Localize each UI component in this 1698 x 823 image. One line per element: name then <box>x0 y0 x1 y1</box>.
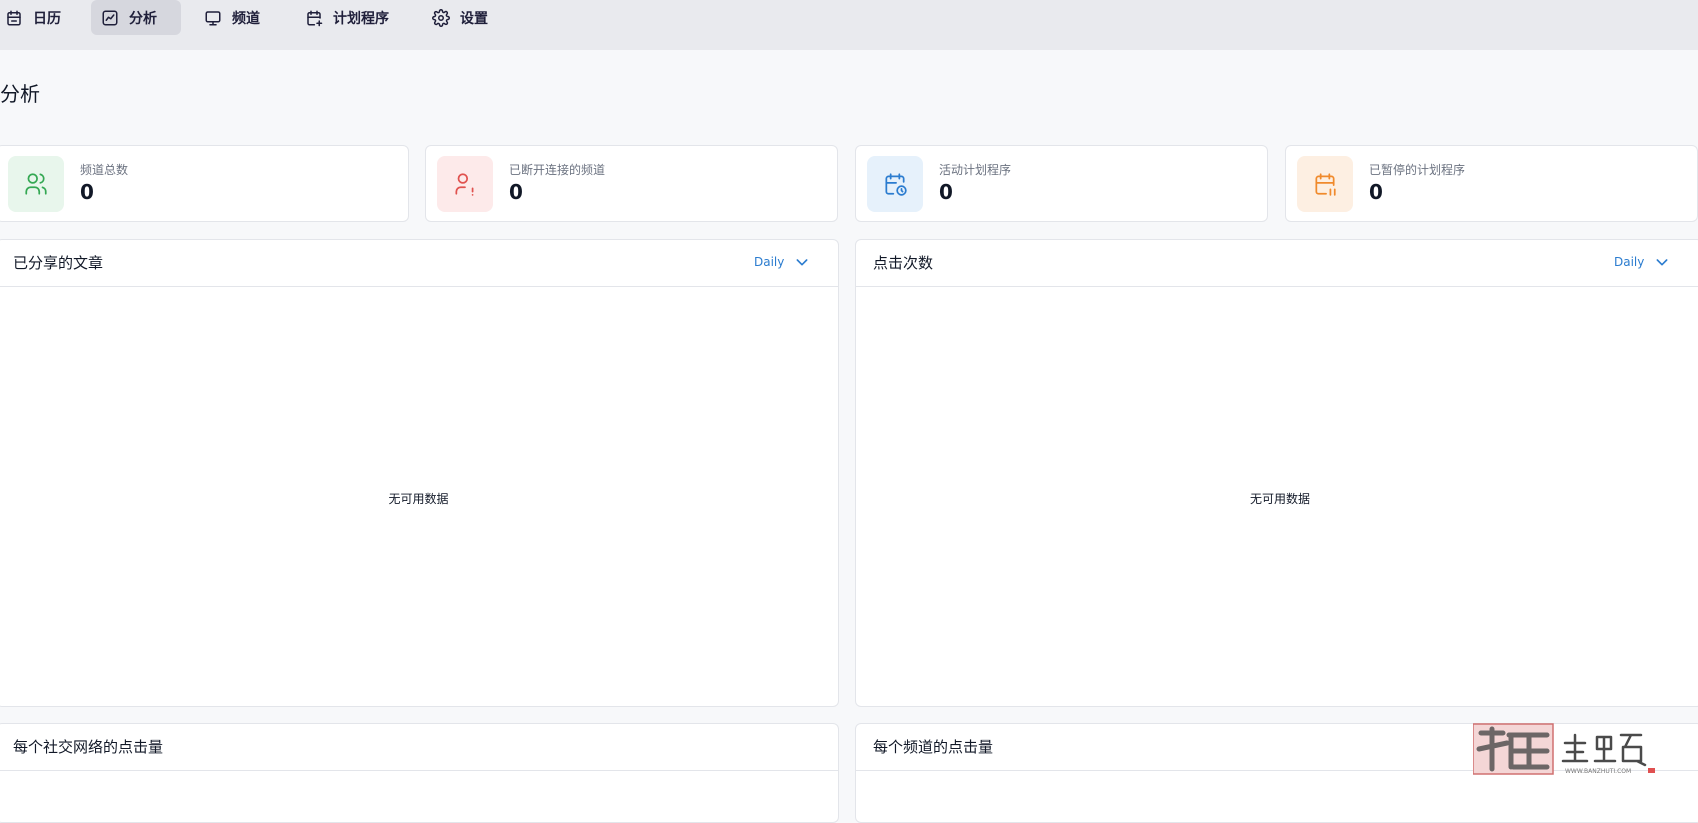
nav-item-label: 日历 <box>33 10 61 27</box>
stat-icon-box <box>867 156 923 212</box>
panel-header: 每个社交网络的点击量 <box>0 724 838 771</box>
calendar-icon <box>7 10 21 25</box>
chart-icon <box>102 10 118 25</box>
panel-clicks: 点击次数 Daily 无可用数据 <box>855 239 1698 707</box>
stat-card-active-schedulers: 活动计划程序 0 <box>855 145 1268 222</box>
nav-item-analytics[interactable]: 分析 <box>91 0 181 35</box>
nav-item-schedulers[interactable]: 计划程序 <box>295 0 399 35</box>
user-alert-icon <box>455 173 474 196</box>
panel-title: 点击次数 <box>873 254 934 272</box>
empty-message: 无可用数据 <box>1249 492 1310 506</box>
nav-item-calendar[interactable]: 日历 <box>0 0 71 35</box>
nav-item-settings[interactable]: 设置 <box>422 0 498 35</box>
calendar-plus-icon <box>307 10 323 26</box>
nav-item-label: 计划程序 <box>333 10 389 27</box>
stat-card-disconnected-channels: 已断开连接的频道 0 <box>425 145 838 222</box>
panel-title: 每个频道的点击量 <box>873 738 994 756</box>
panel-header: 点击次数 Daily <box>856 240 1698 287</box>
calendar-pause-icon <box>1315 173 1336 196</box>
stat-value: 0 <box>509 180 523 204</box>
stat-label: 活动计划程序 <box>939 163 1012 177</box>
watermark-seal-icon: WWW.BANZHUTI.COM <box>1472 723 1655 775</box>
period-select-value: Daily <box>1614 255 1645 269</box>
period-select[interactable]: Daily <box>754 254 810 270</box>
chevron-down-icon <box>1656 259 1668 266</box>
calendar-clock-icon <box>885 173 907 196</box>
monitor-icon <box>205 10 221 25</box>
top-nav: 日历 分析 频道 计划程序 设置 <box>0 0 1698 50</box>
stat-icon-box <box>437 156 493 212</box>
panel-shared-posts: 已分享的文章 Daily 无可用数据 <box>0 239 839 707</box>
page-title: 分析 <box>0 82 40 106</box>
stat-icon-box <box>8 156 64 212</box>
watermark-logo: WWW.BANZHUTI.COM <box>1472 721 1658 775</box>
stat-value: 0 <box>80 180 94 204</box>
stat-label: 已断开连接的频道 <box>509 163 606 177</box>
nav-item-label: 设置 <box>460 10 488 27</box>
users-icon <box>25 173 47 195</box>
stat-card-paused-schedulers: 已暂停的计划程序 0 <box>1285 145 1698 222</box>
watermark-url: WWW.BANZHUTI.COM <box>1565 768 1631 775</box>
period-select-value: Daily <box>754 255 785 269</box>
panel-title: 已分享的文章 <box>13 254 104 272</box>
panel-header: 已分享的文章 Daily <box>0 240 838 287</box>
empty-message: 无可用数据 <box>388 492 449 506</box>
stat-value: 0 <box>939 180 953 204</box>
nav-item-label: 频道 <box>232 10 260 27</box>
stat-label: 已暂停的计划程序 <box>1369 163 1466 177</box>
stat-label: 频道总数 <box>80 163 129 177</box>
stat-value: 0 <box>1369 180 1383 204</box>
panel-clicks-per-network: 每个社交网络的点击量 <box>0 723 839 823</box>
period-select[interactable]: Daily <box>1614 254 1670 270</box>
panel-title: 每个社交网络的点击量 <box>13 738 164 756</box>
nav-item-channels[interactable]: 频道 <box>194 0 270 35</box>
chevron-down-icon <box>796 259 808 266</box>
stat-card-total-channels: 频道总数 0 <box>0 145 409 222</box>
stat-icon-box <box>1297 156 1353 212</box>
nav-item-label: 分析 <box>129 10 157 27</box>
gear-icon <box>432 8 450 27</box>
